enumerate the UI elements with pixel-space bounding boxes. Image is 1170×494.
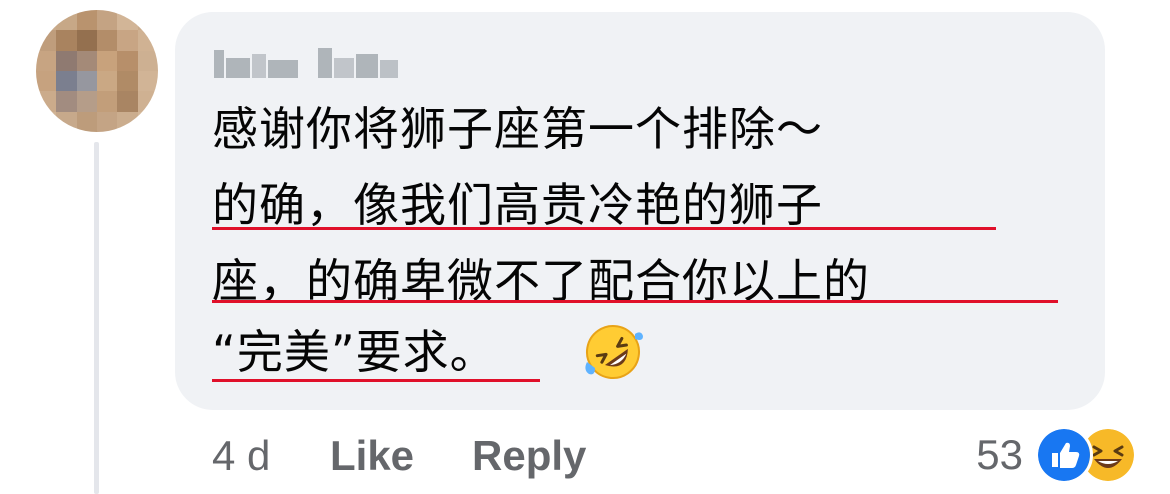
comment-text-line-1: 感谢你将狮子座第一个排除～ [212, 102, 823, 156]
like-reaction-icon [1035, 426, 1093, 484]
highlight-underline [212, 300, 1058, 303]
thread-line [94, 142, 99, 494]
highlight-underline [212, 379, 540, 382]
reaction-count: 53 [976, 431, 1023, 478]
avatar[interactable] [36, 10, 158, 132]
reply-button[interactable]: Reply [472, 428, 586, 484]
highlight-underline [212, 227, 996, 230]
rolling-on-floor-laughing-icon [585, 325, 643, 379]
reactions-summary[interactable]: 53 [976, 426, 1137, 484]
like-button[interactable]: Like [330, 428, 414, 484]
comment-text-line-4: “完美”要求。 [212, 325, 497, 379]
comment-root: 感谢你将狮子座第一个排除～ 的确，像我们高贵冷艳的狮子 座，的确卑微不了配合你以… [0, 0, 1170, 494]
comment-text-line-2: 的确，像我们高贵冷艳的狮子 [212, 178, 823, 232]
timestamp[interactable]: 4 d [212, 428, 270, 484]
author-name-redacted[interactable] [214, 44, 400, 80]
